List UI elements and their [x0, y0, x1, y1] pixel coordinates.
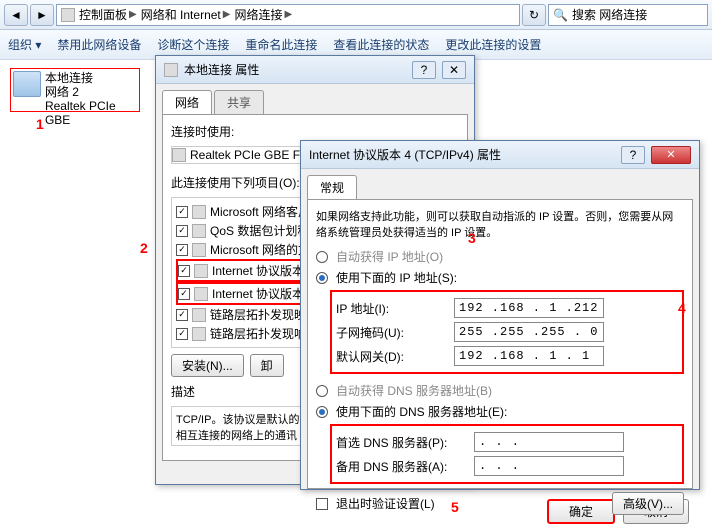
adapter-icon [13, 71, 41, 97]
dns1-input[interactable]: . . . [474, 432, 624, 452]
win2-title: 本地连接 属性 [184, 61, 259, 78]
radio-auto-ip[interactable] [316, 251, 328, 263]
conn-name: 本地连接 [45, 71, 137, 85]
radio-auto-dns [316, 385, 328, 397]
conn-net: 网络 2 [45, 85, 137, 99]
tab-network[interactable]: 网络 [162, 90, 212, 114]
help-button[interactable]: ? [412, 61, 436, 79]
mask-input[interactable]: 255 .255 .255 . 0 [454, 322, 604, 342]
advanced-button[interactable]: 高级(V)... [612, 492, 684, 515]
conn-dev: Realtek PCIe GBE [45, 99, 137, 127]
annotation-1: 1 [36, 116, 44, 132]
tb-disable[interactable]: 禁用此网络设备 [57, 36, 141, 53]
radio-manual-dns[interactable] [316, 406, 328, 418]
tb-rename[interactable]: 重命名此连接 [245, 36, 317, 53]
window-icon [164, 63, 178, 77]
back-button[interactable]: ◄ [4, 4, 28, 26]
close-button[interactable]: ✕ [651, 146, 691, 164]
annotation-2: 2 [140, 240, 148, 256]
ip-input[interactable]: 192 .168 . 1 .212 [454, 298, 604, 318]
tb-diagnose[interactable]: 诊断这个连接 [157, 36, 229, 53]
folder-icon [61, 8, 75, 22]
explorer-nav: ◄ ► 控制面板▶ 网络和 Internet▶ 网络连接▶ ↻ 🔍 搜索 网络连… [0, 0, 712, 30]
uninstall-button[interactable]: 卸 [250, 354, 284, 377]
dns-fields-box: 首选 DNS 服务器(P):. . . 备用 DNS 服务器(A):. . . [330, 424, 684, 484]
win3-title: Internet 协议版本 4 (TCP/IPv4) 属性 [309, 146, 501, 163]
refresh-button[interactable]: ↻ [522, 4, 546, 26]
help-button[interactable]: ? [621, 146, 645, 164]
ipv4-properties-window: Internet 协议版本 4 (TCP/IPv4) 属性 ? ✕ 常规 如果网… [300, 140, 700, 490]
ip-fields-box: IP 地址(I):192 .168 . 1 .212 子网掩码(U):255 .… [330, 290, 684, 374]
tb-settings[interactable]: 更改此连接的设置 [445, 36, 541, 53]
install-button[interactable]: 安装(N)... [171, 354, 244, 377]
search-input[interactable]: 🔍 搜索 网络连接 [548, 4, 708, 26]
annotation-3: 3 [468, 230, 476, 246]
tab-general[interactable]: 常规 [307, 175, 357, 199]
close-button[interactable]: ✕ [442, 61, 466, 79]
validate-checkbox[interactable] [316, 498, 328, 510]
annotation-4: 4 [678, 300, 686, 316]
connection-item[interactable]: 本地连接 网络 2 Realtek PCIe GBE [10, 68, 140, 112]
intro-text: 如果网络支持此功能，则可以获取自动指派的 IP 设置。否则，您需要从网络系统管理… [316, 208, 684, 240]
forward-button[interactable]: ► [30, 4, 54, 26]
tb-status[interactable]: 查看此连接的状态 [333, 36, 429, 53]
label-connect-using: 连接时使用: [171, 123, 459, 140]
radio-manual-ip[interactable] [316, 272, 328, 284]
address-bar[interactable]: 控制面板▶ 网络和 Internet▶ 网络连接▶ [56, 4, 520, 26]
dns2-input[interactable]: . . . [474, 456, 624, 476]
gateway-input[interactable]: 192 .168 . 1 . 1 [454, 346, 604, 366]
tab-sharing[interactable]: 共享 [214, 90, 264, 114]
nic-icon [172, 148, 186, 162]
organize-menu[interactable]: 组织 ▾ [8, 36, 41, 53]
